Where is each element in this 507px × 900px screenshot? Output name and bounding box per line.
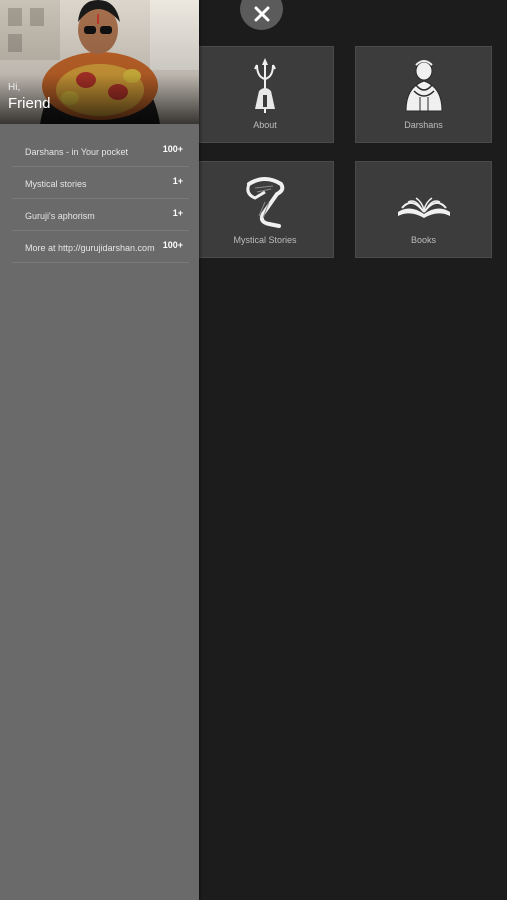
trident-icon xyxy=(254,58,276,113)
about-tile[interactable]: About xyxy=(196,46,334,143)
app-screen: About Darshans Mystical Stories Books Hi… xyxy=(0,0,507,900)
guru-portrait-icon xyxy=(404,60,443,112)
books-tile[interactable]: Books xyxy=(355,161,492,258)
greeting-text: Hi, xyxy=(8,82,21,93)
about-label: About xyxy=(253,120,277,130)
close-icon xyxy=(254,6,269,22)
user-name: Friend xyxy=(8,95,51,112)
drawer-menu: Darshans - in Your pocket 100+ Mystical … xyxy=(12,135,189,263)
profile-header: Hi, Friend xyxy=(0,0,199,124)
count-badge: 100+ xyxy=(162,144,183,154)
menu-item-label: More at http://gurujidarshan.com xyxy=(25,243,155,253)
cobra-icon xyxy=(246,177,285,228)
menu-item-darshans[interactable]: Darshans - in Your pocket 100+ xyxy=(12,135,189,167)
mystical-stories-label: Mystical Stories xyxy=(233,235,297,245)
count-badge: 100+ xyxy=(162,240,183,250)
count-badge: 1+ xyxy=(172,176,183,186)
books-label: Books xyxy=(410,235,436,245)
open-book-icon xyxy=(397,197,450,218)
menu-item-website[interactable]: More at http://gurujidarshan.com 100+ xyxy=(12,231,189,263)
side-drawer: Hi, Friend Darshans - in Your pocket 100… xyxy=(0,0,199,900)
darshans-tile[interactable]: Darshans xyxy=(355,46,492,143)
menu-item-label: Mystical stories xyxy=(25,179,87,189)
darshans-label: Darshans xyxy=(404,120,443,130)
mystical-stories-tile[interactable]: Mystical Stories xyxy=(196,161,334,258)
menu-item-aphorism[interactable]: Guruji's aphorism 1+ xyxy=(12,199,189,231)
menu-item-label: Darshans - in Your pocket xyxy=(25,147,129,157)
menu-item-mystical-stories[interactable]: Mystical stories 1+ xyxy=(12,167,189,199)
close-button[interactable] xyxy=(240,0,283,30)
menu-item-label: Guruji's aphorism xyxy=(25,211,95,221)
count-badge: 1+ xyxy=(172,208,183,218)
